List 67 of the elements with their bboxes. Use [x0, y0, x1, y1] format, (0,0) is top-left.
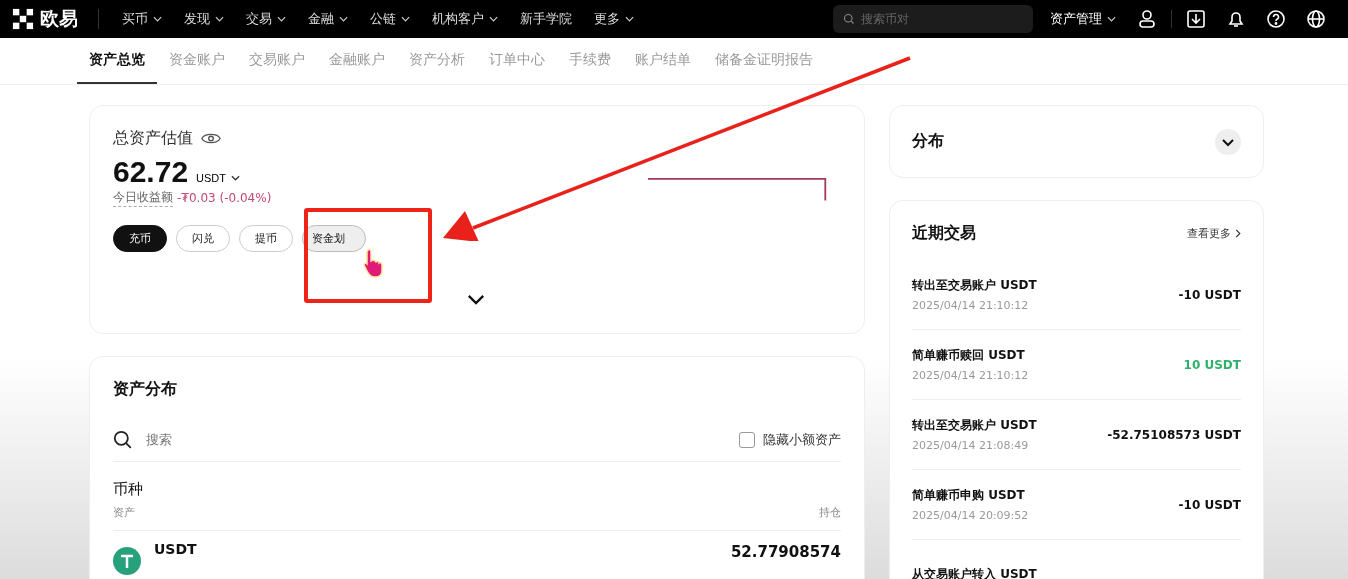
section-title: 资产分布: [113, 379, 178, 400]
help-icon[interactable]: [1266, 9, 1286, 29]
card-title: 近期交易: [912, 223, 976, 244]
caret-icon: [231, 175, 241, 181]
nav-item[interactable]: 买币: [111, 10, 173, 28]
coin-icon: [113, 547, 141, 575]
currency-selector[interactable]: USDT: [196, 172, 241, 184]
logo-icon[interactable]: [12, 8, 34, 30]
pnl-value: -₮0.03 (-0.04%): [177, 191, 272, 205]
card-title: 总资产估值: [113, 128, 193, 149]
panel-title: 分布: [912, 131, 944, 152]
asset-holding: 52.77908574: [730, 543, 841, 561]
search-field[interactable]: 搜索币对: [833, 5, 1033, 33]
eye-icon[interactable]: [201, 132, 221, 145]
globe-icon[interactable]: [1306, 9, 1326, 29]
section-heading: 币种: [113, 480, 144, 499]
caret-icon: [277, 16, 286, 22]
transaction-time: 2025/04/14 21:10:12: [912, 369, 1029, 382]
checkbox-label[interactable]: 隐藏小额资产: [763, 430, 841, 449]
transaction-time: 2025/04/14 21:08:49: [912, 439, 1030, 452]
pnl-label: 今日收益额: [113, 189, 173, 207]
total-amount: 62.72: [113, 155, 189, 189]
nav-item[interactable]: 新手学院: [509, 10, 583, 28]
nav-item[interactable]: 交易: [235, 10, 297, 28]
transaction-time: 2025/04/14 20:09:52: [912, 509, 1029, 522]
asset-name[interactable]: USDT: [154, 541, 197, 557]
nav-item[interactable]: 公链: [359, 10, 421, 28]
caret-icon: [489, 16, 498, 22]
nav-item[interactable]: 机构客户: [421, 10, 509, 28]
transaction-amount: -10 USDT: [1178, 497, 1241, 512]
bell-icon[interactable]: [1226, 9, 1246, 29]
transaction-time: 2025/04/14 21:10:12: [912, 299, 1030, 312]
download-icon[interactable]: [1186, 9, 1206, 29]
caret-icon: [339, 16, 348, 22]
expand-icon[interactable]: [1215, 128, 1241, 155]
view-more-link[interactable]: 查看更多: [1187, 226, 1241, 241]
column-header: 持仓: [819, 505, 841, 520]
transaction-amount: 10 USDT: [1183, 357, 1241, 372]
caret-icon: [153, 16, 162, 22]
nav-item[interactable]: 金融: [297, 10, 359, 28]
brand-name[interactable]: 欧易: [40, 6, 78, 32]
chevron-right-icon: [1235, 229, 1241, 238]
user-icon[interactable]: [1137, 9, 1157, 29]
caret-icon: [1107, 16, 1116, 22]
search-field[interactable]: 搜索: [144, 431, 348, 448]
column-header: 资产: [113, 505, 135, 520]
action-button[interactable]: 提币: [239, 225, 293, 252]
caret-icon: [401, 16, 410, 22]
transaction-title: 简单赚币赎回 USDT: [912, 347, 1026, 364]
action-button[interactable]: 资金划: [302, 225, 366, 252]
transaction-title: 简单赚币申购 USDT: [912, 487, 1026, 504]
expand-icon[interactable]: [467, 294, 485, 305]
action-button[interactable]: 充币: [113, 225, 167, 252]
search-icon: [113, 430, 132, 449]
transaction-title: 转出至交易账户 USDT: [912, 417, 1037, 434]
transaction-title: 转出至交易账户 USDT: [912, 277, 1037, 294]
checkbox[interactable]: [739, 431, 755, 448]
tab[interactable]: 资产总览: [77, 38, 157, 84]
caret-icon: [625, 16, 634, 22]
action-button[interactable]: 闪兑: [176, 225, 230, 252]
asset-menu[interactable]: 资产管理: [1039, 10, 1127, 28]
caret-icon: [215, 16, 224, 22]
transaction-amount: -52.75108573 USDT: [1107, 427, 1241, 442]
transaction-amount: -10 USDT: [1178, 287, 1241, 302]
nav-item[interactable]: 发现: [173, 10, 235, 28]
nav-item[interactable]: 更多: [583, 10, 645, 28]
hand-cursor-icon: [362, 248, 384, 278]
